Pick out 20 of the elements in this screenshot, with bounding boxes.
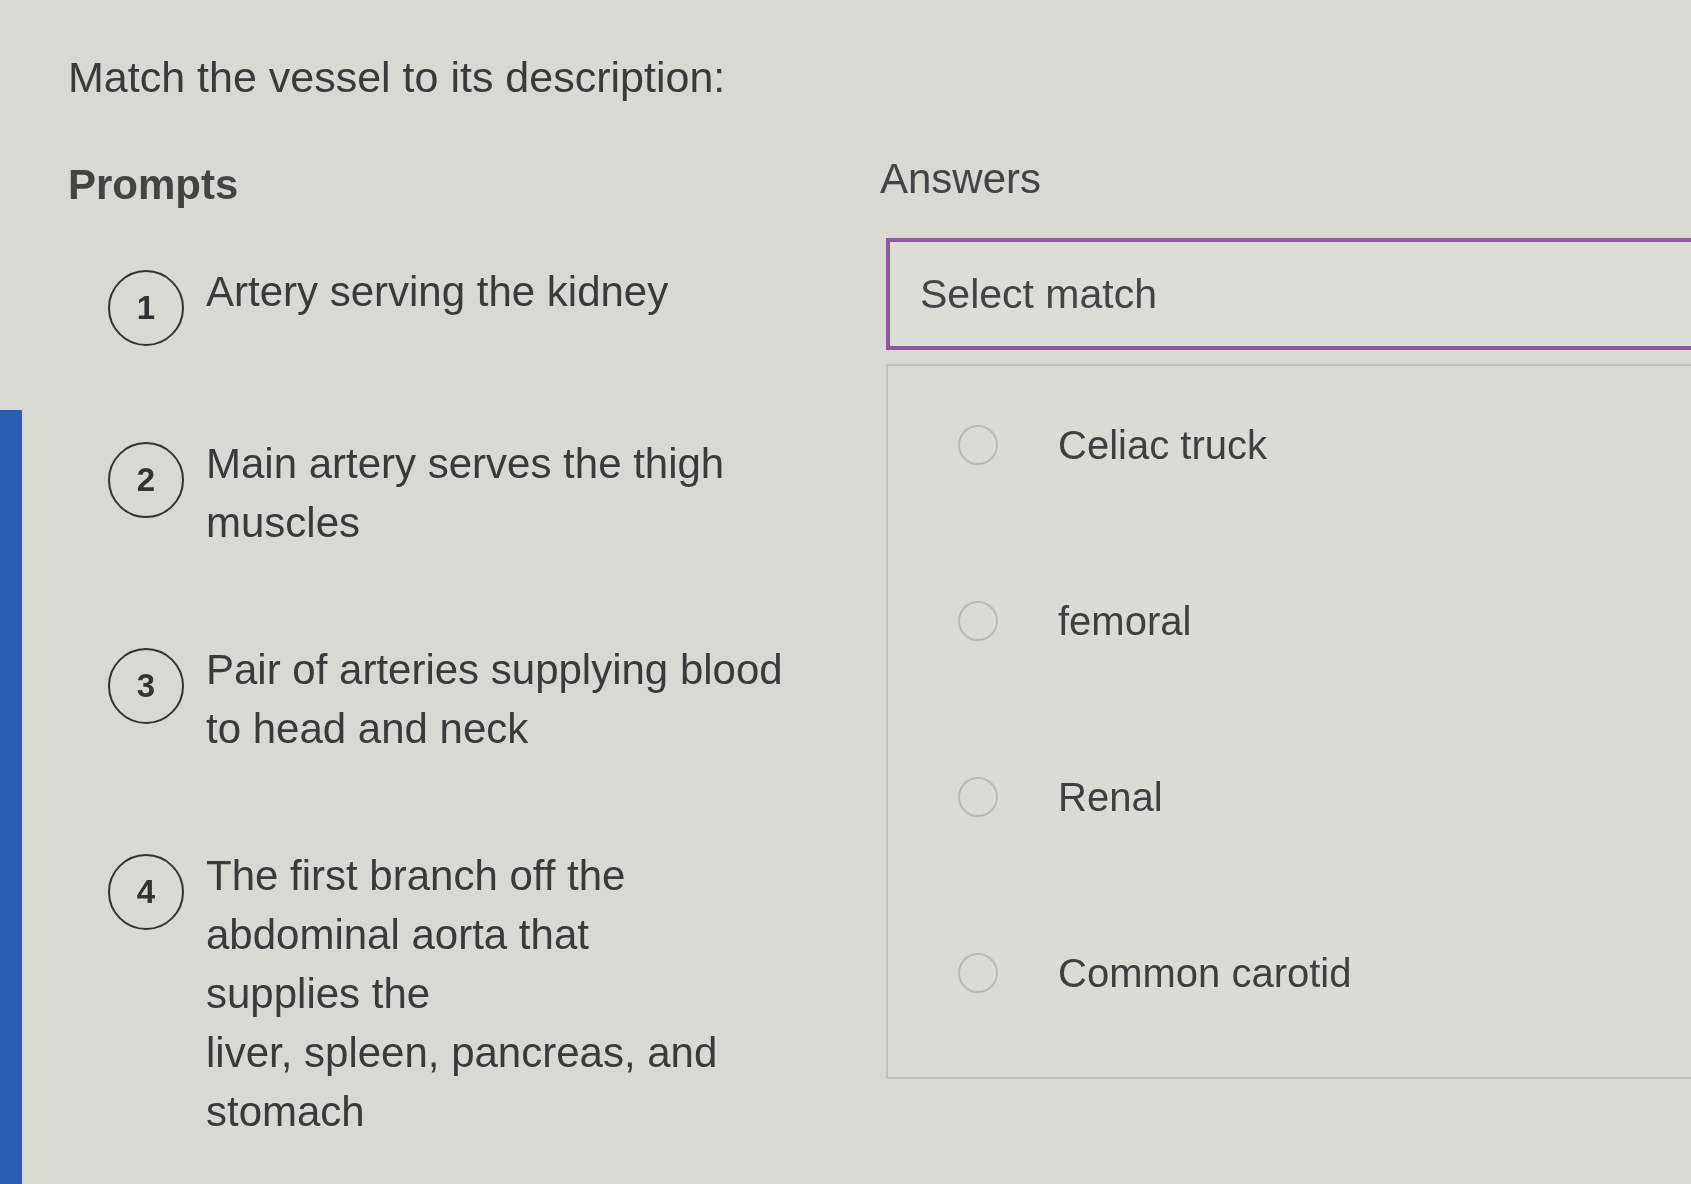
- radio-button[interactable]: [958, 601, 998, 641]
- radio-button[interactable]: [958, 425, 998, 465]
- prompt-text: Main artery serves the thigh muscles: [206, 439, 726, 548]
- answers-heading: Answers: [880, 154, 1043, 204]
- option-label[interactable]: Renal: [1058, 774, 1163, 820]
- radio-button[interactable]: [958, 953, 998, 993]
- option-label[interactable]: femoral: [1058, 598, 1192, 644]
- prompt-number: 1: [108, 270, 184, 346]
- prompt-number: 3: [108, 648, 184, 724]
- option-label[interactable]: Common carotid: [1058, 950, 1352, 996]
- prompts-heading: Prompts: [68, 160, 240, 210]
- prompt-text: Pair of arteries supplying blood to head and neck: [206, 645, 784, 754]
- match-select[interactable]: Select match: [886, 238, 1691, 350]
- prompt-text: The first branch off the abdominal aorta that supplies the liver, spleen, pancreas, and stomach: [206, 851, 719, 1137]
- prompt-text: Artery serving the kidney: [206, 267, 670, 317]
- prompt-number: 2: [108, 442, 184, 518]
- option-label[interactable]: Celiac truck: [1058, 422, 1267, 468]
- question-title: Match the vessel to its description:: [68, 52, 727, 103]
- prompt-number: 4: [108, 854, 184, 930]
- radio-button[interactable]: [958, 777, 998, 817]
